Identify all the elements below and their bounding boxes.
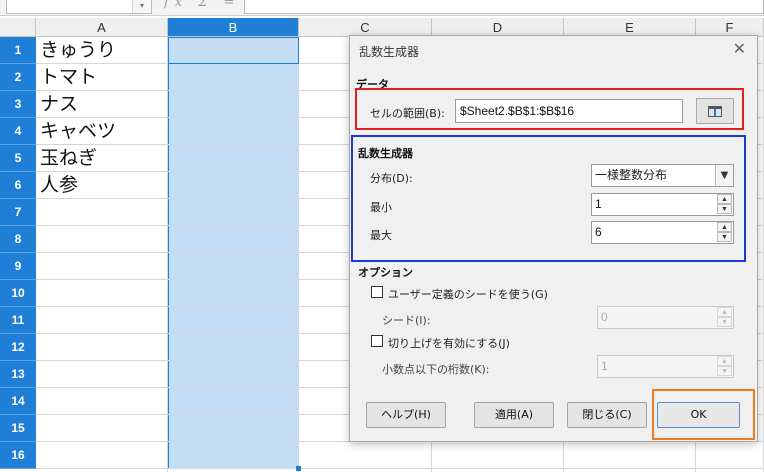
close-icon[interactable]: ✕ [733, 40, 746, 58]
row-header-9[interactable]: 9 [0, 253, 36, 280]
formula-input[interactable] [244, 0, 764, 14]
generator-section-highlight [351, 135, 746, 262]
formula-bar: ▾ fx Σ = [0, 0, 764, 16]
rounding-checkbox[interactable] [371, 335, 383, 347]
use-seed-label[interactable]: ユーザー定義のシードを使う(G) [388, 286, 548, 302]
column-gridline [298, 37, 299, 472]
seed-value: 0 [601, 310, 608, 324]
column-header-b[interactable]: B [168, 18, 299, 37]
ok-button-highlight [652, 389, 755, 440]
cell-a5[interactable]: 玉ねぎ [40, 145, 97, 172]
row-header-5[interactable]: 5 [0, 145, 36, 172]
help-button[interactable]: ヘルプ(H) [366, 402, 446, 428]
row-header-13[interactable]: 13 [0, 361, 36, 388]
spin-up-icon[interactable]: ▲ [717, 356, 732, 366]
active-cell-b1[interactable] [168, 37, 299, 64]
row-header-10[interactable]: 10 [0, 280, 36, 307]
options-section-heading: オプション [358, 266, 413, 279]
cell-a2[interactable]: トマト [40, 64, 97, 91]
row-header-4[interactable]: 4 [0, 118, 36, 145]
row-header-11[interactable]: 11 [0, 307, 36, 334]
formula-function-icons[interactable]: fx Σ = [164, 0, 241, 10]
rounding-label[interactable]: 切り上げを有効にする(J) [388, 335, 510, 351]
spin-up-icon[interactable]: ▲ [717, 307, 732, 317]
column-gridline [167, 37, 168, 472]
spin-down-icon[interactable]: ▼ [717, 317, 732, 327]
select-all-corner[interactable] [0, 18, 36, 37]
row-header-15[interactable]: 15 [0, 415, 36, 442]
spreadsheet-window: ▾ fx Σ = ABCDEF 1 2 3 4 5 6 7 8 9 10 11 12 13 14 15 16 … [0, 0, 764, 472]
data-section-highlight [355, 88, 744, 130]
fill-handle[interactable] [296, 466, 301, 471]
name-box[interactable] [6, 0, 152, 14]
row-header-12[interactable]: 12 [0, 334, 36, 361]
decimals-label: 小数点以下の桁数(K): [382, 363, 490, 376]
close-button[interactable]: 閉じる(C) [567, 402, 647, 428]
seed-label: シード(I): [382, 314, 431, 327]
decimals-value: 1 [601, 359, 608, 373]
row-header-7[interactable]: 7 [0, 199, 36, 226]
decimals-spinner[interactable]: 1 ▲ ▼ [597, 355, 734, 378]
selected-column-b[interactable] [168, 37, 299, 469]
row-header-8[interactable]: 8 [0, 226, 36, 253]
row-header-6[interactable]: 6 [0, 172, 36, 199]
seed-spinner[interactable]: 0 ▲ ▼ [597, 306, 734, 329]
row-header-16[interactable]: 16 [0, 442, 36, 469]
column-header-a[interactable]: A [36, 18, 168, 37]
apply-button[interactable]: 適用(A) [474, 402, 554, 428]
name-box-dropdown-icon[interactable]: ▾ [132, 0, 152, 14]
use-seed-checkbox[interactable] [371, 286, 383, 298]
row-gridline [36, 468, 764, 469]
cell-a3[interactable]: ナス [40, 91, 78, 118]
cell-a1[interactable]: きゅうり [40, 37, 116, 64]
cell-a6[interactable]: 人参 [40, 172, 78, 199]
cell-a4[interactable]: キャベツ [40, 118, 116, 145]
row-header-1[interactable]: 1 [0, 37, 36, 64]
dialog-title: 乱数生成器 [359, 45, 420, 59]
row-header-3[interactable]: 3 [0, 91, 36, 118]
spin-down-icon[interactable]: ▼ [717, 366, 732, 376]
row-header-2[interactable]: 2 [0, 64, 36, 91]
row-header-14[interactable]: 14 [0, 388, 36, 415]
